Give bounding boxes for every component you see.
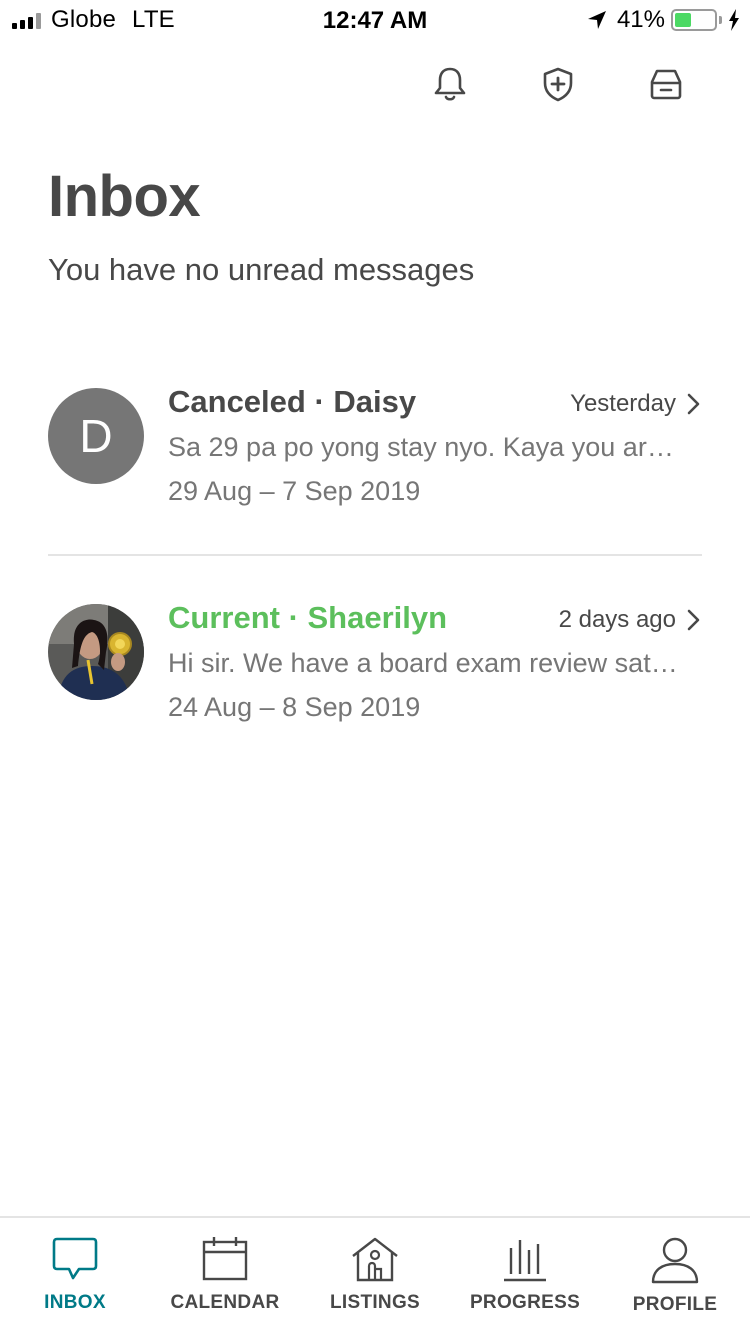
bell-icon	[434, 67, 466, 101]
charging-bolt-icon	[729, 9, 739, 31]
unread-status-text: You have no unread messages	[48, 252, 475, 287]
chevron-right-icon	[687, 393, 700, 415]
thread-preview: Hi sir. We have a board exam review satu…	[168, 648, 678, 678]
tab-listings[interactable]: LISTINGS	[300, 1236, 450, 1314]
notifications-button[interactable]	[426, 62, 474, 106]
tab-label: PROGRESS	[469, 1292, 581, 1313]
safety-center-button[interactable]	[534, 62, 582, 106]
battery-percent: 41%	[616, 6, 665, 33]
battery-level-fill	[675, 13, 691, 27]
message-thread[interactable]: D Canceled · Daisy Yesterday Sa 29 pa po…	[48, 380, 702, 520]
tab-profile[interactable]: PROFILE	[600, 1236, 750, 1316]
thread-title: Canceled · Daisy	[168, 384, 417, 419]
thread-timestamp: Yesterday	[570, 390, 676, 417]
header-actions	[426, 62, 690, 106]
battery-icon	[671, 9, 717, 31]
bar-chart-icon	[504, 1240, 546, 1282]
house-icon	[352, 1237, 398, 1282]
inbox-screen: Globe LTE 12:47 AM 41% Inbox You have no…	[0, 0, 750, 1334]
bottom-tab-bar: INBOX CALENDAR LISTINGS PROGRESS PROFILE	[0, 1216, 750, 1334]
avatar: D	[48, 388, 144, 484]
chevron-right-icon	[687, 609, 700, 631]
avatar-photo	[48, 604, 144, 700]
thread-dates: 29 Aug – 7 Sep 2019	[168, 476, 421, 506]
calendar-icon	[202, 1237, 248, 1281]
battery-cap	[719, 16, 722, 24]
shield-plus-icon	[543, 67, 573, 102]
thread-divider	[48, 554, 702, 556]
status-bar: Globe LTE 12:47 AM 41%	[0, 0, 750, 40]
thread-preview: Sa 29 pa po yong stay nyo. Kaya you are.…	[168, 432, 678, 462]
person-icon	[651, 1237, 699, 1284]
archive-button[interactable]	[642, 62, 690, 106]
thread-dates: 24 Aug – 8 Sep 2019	[168, 692, 421, 722]
tab-label: CALENDAR	[170, 1292, 280, 1313]
tab-label: LISTINGS	[329, 1292, 420, 1313]
page-title: Inbox	[48, 164, 201, 229]
thread-timestamp: 2 days ago	[558, 606, 676, 633]
tab-inbox[interactable]: INBOX	[0, 1236, 150, 1314]
avatar	[48, 604, 144, 700]
tab-progress[interactable]: PROGRESS	[450, 1236, 600, 1314]
tab-label: INBOX	[44, 1292, 106, 1313]
chat-bubble-icon	[52, 1237, 98, 1280]
message-thread[interactable]: Current · Shaerilyn 2 days ago Hi sir. W…	[48, 596, 702, 736]
tab-label: PROFILE	[632, 1294, 718, 1315]
archive-box-icon	[650, 69, 682, 100]
thread-title: Current · Shaerilyn	[168, 600, 448, 635]
location-arrow-icon	[587, 11, 606, 29]
status-right: 41%	[587, 6, 740, 33]
tab-calendar[interactable]: CALENDAR	[150, 1236, 300, 1314]
